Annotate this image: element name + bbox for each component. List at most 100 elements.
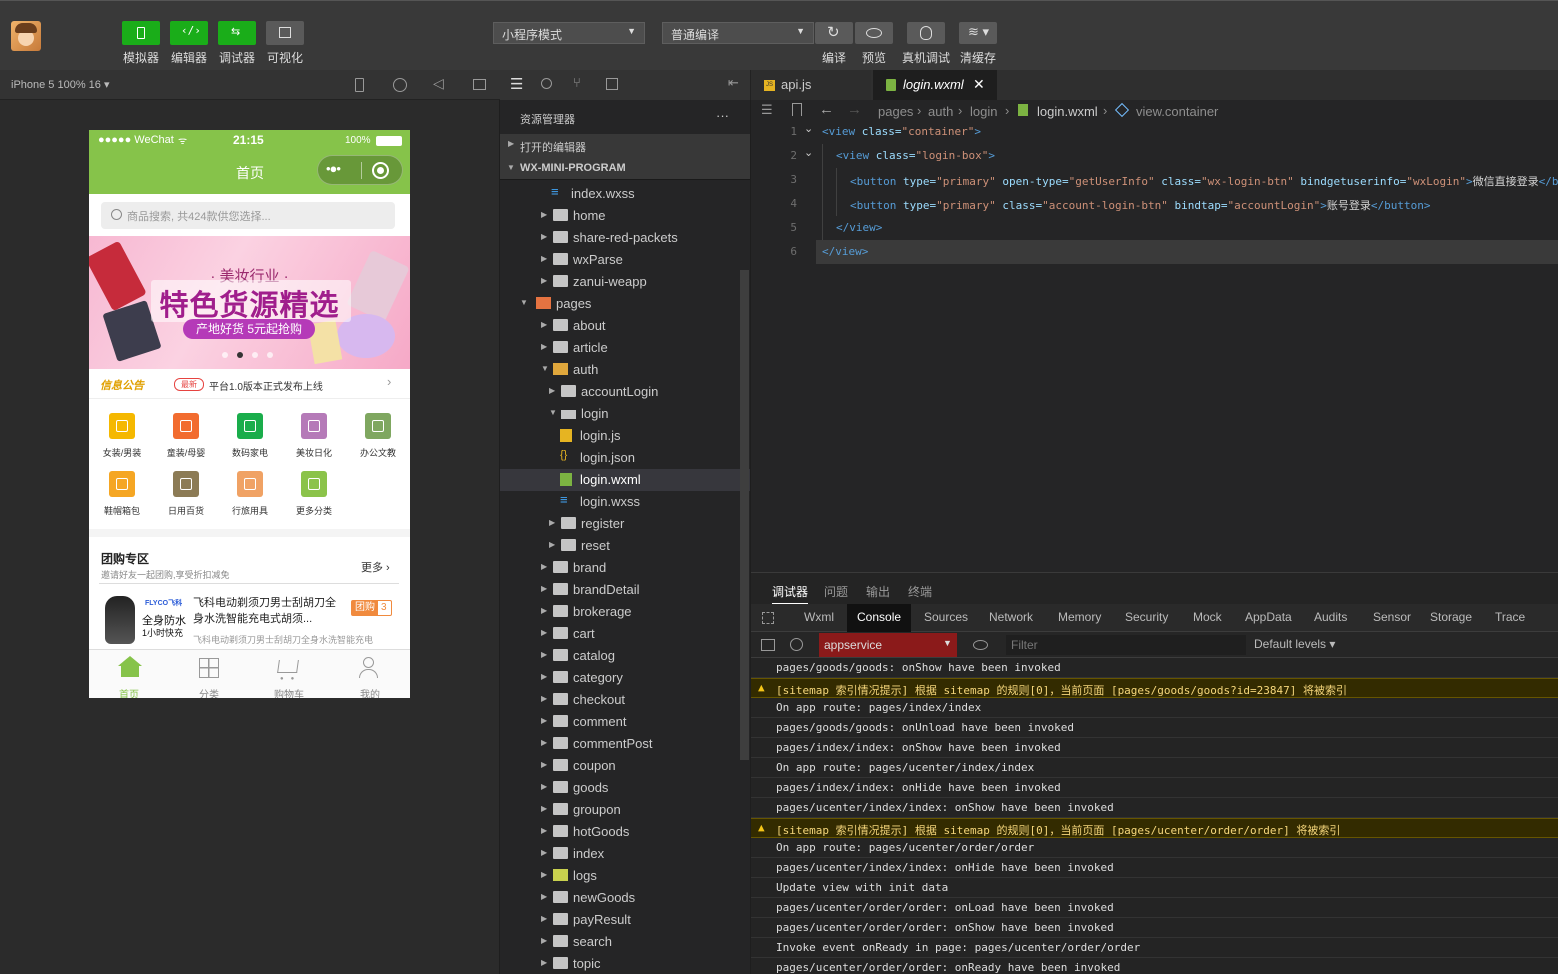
console-log-row[interactable]: pages/ucenter/order/order: onReady have … <box>751 958 1558 974</box>
tree-item-auth[interactable]: ▼ auth <box>500 359 750 381</box>
console-log-row[interactable]: On app route: pages/ucenter/index/index <box>751 758 1558 778</box>
tree-item-checkout[interactable]: ▶ checkout <box>500 689 750 711</box>
console-warning-row[interactable]: ▲ [sitemap 索引情况提示] 根据 sitemap 的规则[0]，当前页面… <box>751 678 1558 698</box>
category-item[interactable]: 数码家电 <box>221 409 279 463</box>
devtools-tab-mock[interactable]: Mock <box>1183 604 1232 630</box>
git-branch-icon[interactable]: ⑂ <box>573 75 581 90</box>
tree-item-newgoods[interactable]: ▶ newGoods <box>500 887 750 909</box>
console-log-row[interactable]: pages/goods/goods: onShow have been invo… <box>751 658 1558 678</box>
context-select[interactable]: appservice ▼ <box>819 633 957 657</box>
inspect-icon[interactable] <box>762 612 774 624</box>
tree-item-register[interactable]: ▶ register <box>500 513 750 535</box>
tree-item-catalog[interactable]: ▶ catalog <box>500 645 750 667</box>
product-title[interactable]: 飞科电动剃须刀男士刮胡刀全身水洗智能充电式胡须... <box>193 595 341 627</box>
tabbar-home[interactable]: 首页 <box>89 650 169 698</box>
tree-item-login-wxml[interactable]: login.wxml <box>500 469 750 491</box>
tree-item-index-wxss[interactable]: ≡ index.wxss <box>500 183 750 205</box>
sidebar-toggle-icon[interactable] <box>761 639 775 651</box>
devtools-tab-trace[interactable]: Trace <box>1485 604 1535 630</box>
devtools-tab-wxml[interactable]: Wxml <box>794 604 844 630</box>
back-icon[interactable]: ← <box>819 101 834 118</box>
tab-problems[interactable]: 问题 <box>824 583 848 600</box>
console-warning-row[interactable]: ▲ [sitemap 索引情况提示] 根据 sitemap 的规则[0]，当前页面… <box>751 818 1558 838</box>
close-icon[interactable]: ✕ <box>973 76 985 93</box>
bookmark-icon[interactable] <box>792 103 802 116</box>
tree-item-cart[interactable]: ▶ cart <box>500 623 750 645</box>
console-log-row[interactable]: Update view with init data <box>751 878 1558 898</box>
category-item[interactable]: 日用百货 <box>157 467 215 521</box>
tree-item-hotgoods[interactable]: ▶ hotGoods <box>500 821 750 843</box>
visual-toggle-button[interactable] <box>266 21 304 45</box>
code-line[interactable]: </view> <box>822 245 868 258</box>
phone-rotate-icon[interactable] <box>355 78 364 92</box>
banner-carousel[interactable]: · 美妆行业 · 特色货源精选 产地好货 5元起抢购 <box>89 236 410 369</box>
tree-item-login-wxss[interactable]: ≡ login.wxss <box>500 491 750 513</box>
scrollbar[interactable] <box>740 270 749 760</box>
tree-item-category[interactable]: ▶ category <box>500 667 750 689</box>
breadcrumb-pages[interactable]: pages <box>878 104 913 119</box>
tabbar-category[interactable]: 分类 <box>169 650 249 698</box>
compile-select[interactable]: 普通编译 ▼ <box>662 22 814 44</box>
code-line[interactable]: <view class="login-box"> <box>836 149 995 162</box>
collapse-panel-icon[interactable]: ⇤ <box>728 75 739 91</box>
tree-item-wxparse[interactable]: ▶ wxParse <box>500 249 750 271</box>
editor-toggle-button[interactable]: ‹/› <box>170 21 208 45</box>
search-input[interactable]: 商品搜索, 共424款供您选择... <box>101 202 395 229</box>
tree-item-search[interactable]: ▶ search <box>500 931 750 953</box>
category-item[interactable]: 更多分类 <box>285 467 343 521</box>
close-mini-icon[interactable] <box>372 162 389 179</box>
code-line[interactable]: <view class="container"> <box>822 125 981 138</box>
console-log-row[interactable]: pages/goods/goods: onUnload have been in… <box>751 718 1558 738</box>
tabbar-cart[interactable]: ●● 购物车 <box>249 650 329 698</box>
console-log-row[interactable]: On app route: pages/index/index <box>751 698 1558 718</box>
fold-chevron-icon[interactable]: ⌄ <box>804 146 813 159</box>
eye-icon[interactable] <box>973 640 988 650</box>
notice-bar[interactable]: 信息公告 最新 平台1.0版本正式发布上线 › <box>89 369 410 399</box>
category-item[interactable]: 办公文教 <box>349 409 407 463</box>
tree-item-login-json[interactable]: {} login.json <box>500 447 750 469</box>
capsule-menu[interactable]: •●• <box>317 155 403 185</box>
tab-api-js[interactable]: JS api.js <box>751 70 871 100</box>
tab-login-wxml[interactable]: login.wxml ✕ <box>873 70 997 100</box>
tree-item-brand[interactable]: ▶ brand <box>500 557 750 579</box>
tree-item-comment[interactable]: ▶ comment <box>500 711 750 733</box>
forward-icon[interactable]: → <box>847 101 862 118</box>
tab-terminal[interactable]: 终端 <box>908 583 932 600</box>
tree-item-home[interactable]: ▶ home <box>500 205 750 227</box>
tree-item-groupon[interactable]: ▶ groupon <box>500 799 750 821</box>
search-icon[interactable] <box>541 78 552 89</box>
compile-button[interactable]: ↻ <box>815 22 853 44</box>
tree-item-login[interactable]: ▼ login <box>500 403 750 425</box>
tree-item-zanui-weapp[interactable]: ▶ zanui-weapp <box>500 271 750 293</box>
devtools-tab-memory[interactable]: Memory <box>1048 604 1111 630</box>
devtools-tab-sensor[interactable]: Sensor <box>1363 604 1421 630</box>
tree-item-index[interactable]: ▶ index <box>500 843 750 865</box>
console-log-row[interactable]: Invoke event onReady in page: pages/ucen… <box>751 938 1558 958</box>
record-icon[interactable] <box>393 78 407 92</box>
tree-item-payresult[interactable]: ▶ payResult <box>500 909 750 931</box>
console-log-row[interactable]: pages/ucenter/order/order: onShow have b… <box>751 918 1558 938</box>
tree-item-about[interactable]: ▶ about <box>500 315 750 337</box>
preview-button[interactable] <box>855 22 893 44</box>
tree-item-share-red-packets[interactable]: ▶ share-red-packets <box>500 227 750 249</box>
devtools-tab-security[interactable]: Security <box>1115 604 1178 630</box>
console-log-row[interactable]: pages/index/index: onShow have been invo… <box>751 738 1558 758</box>
tree-item-topic[interactable]: ▶ topic <box>500 953 750 974</box>
debugger-toggle-button[interactable]: ⇆ <box>218 21 256 45</box>
tree-item-branddetail[interactable]: ▶ brandDetail <box>500 579 750 601</box>
category-item[interactable]: 美妆日化 <box>285 409 343 463</box>
code-lines[interactable]: 1 ⌄ <view class="container"> 2 ⌄ <view class=… <box>751 122 1558 272</box>
breadcrumb-auth[interactable]: auth <box>928 104 953 119</box>
fold-chevron-icon[interactable]: ⌄ <box>804 122 813 135</box>
devtools-tab-storage[interactable]: Storage <box>1420 604 1482 630</box>
tree-item-logs[interactable]: ▶ logs <box>500 865 750 887</box>
tree-item-goods[interactable]: ▶ goods <box>500 777 750 799</box>
simulator-toggle-button[interactable] <box>122 21 160 45</box>
outline-icon[interactable]: ☰ <box>761 102 773 118</box>
tree-item-coupon[interactable]: ▶ coupon <box>500 755 750 777</box>
console-log-row[interactable]: On app route: pages/ucenter/order/order <box>751 838 1558 858</box>
console-log-row[interactable]: pages/ucenter/index/index: onShow have b… <box>751 798 1558 818</box>
filter-input[interactable]: Filter <box>1006 635 1246 655</box>
tree-item-reset[interactable]: ▶ reset <box>500 535 750 557</box>
mode-select[interactable]: 小程序模式 ▼ <box>493 22 645 44</box>
